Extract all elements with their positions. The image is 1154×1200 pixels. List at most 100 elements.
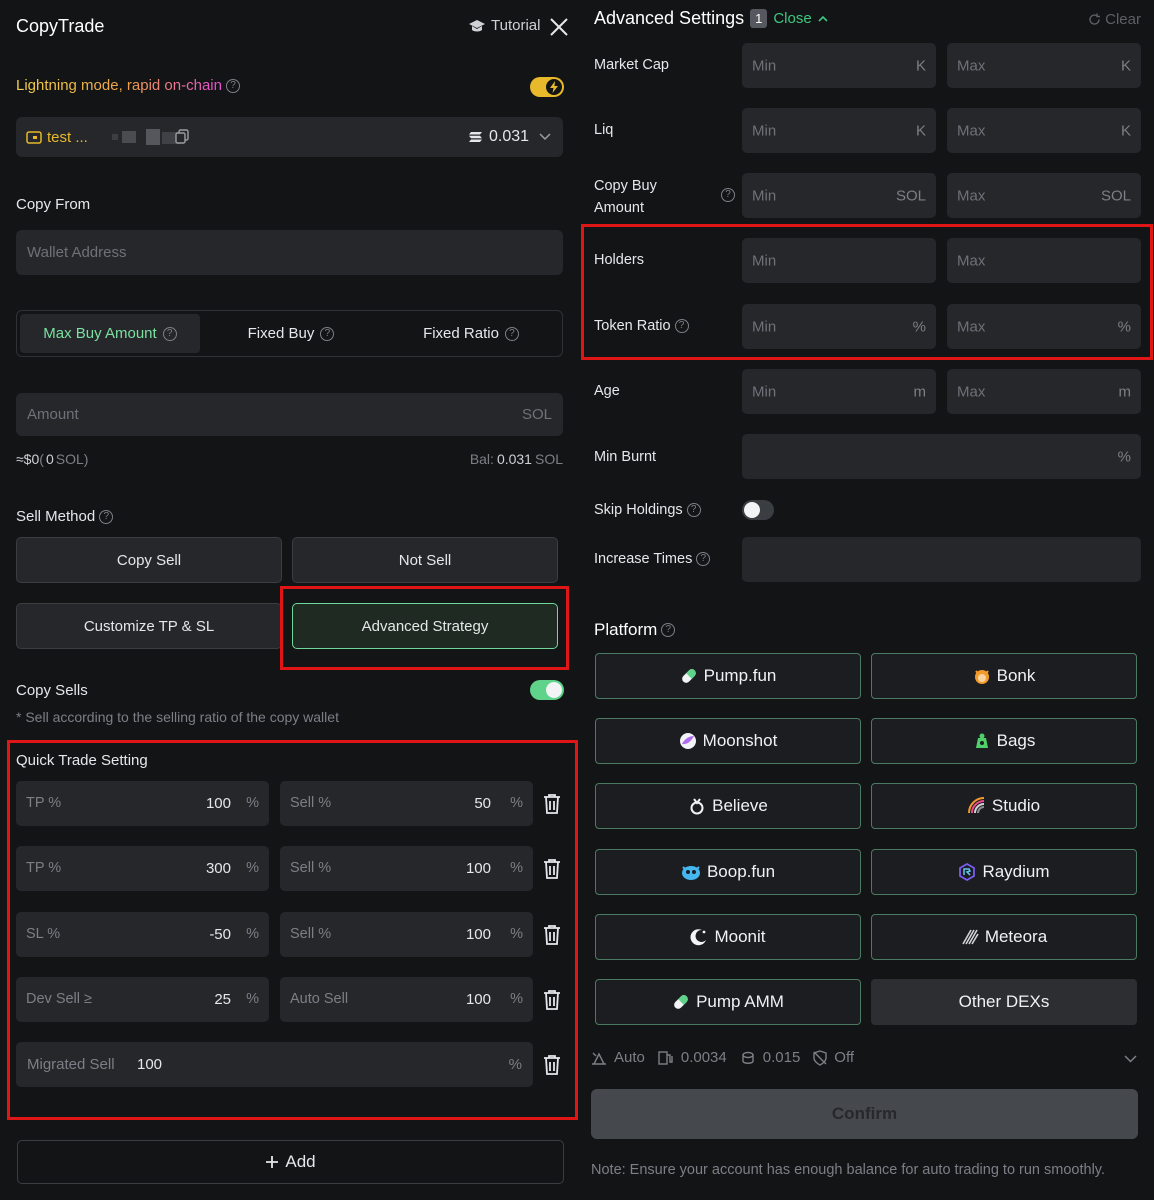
platform-label: Raydium: [982, 862, 1050, 881]
trash-icon[interactable]: [542, 924, 562, 946]
filter-min-input[interactable]: Min m: [742, 369, 936, 414]
close-icon[interactable]: [549, 17, 569, 37]
tutorial-label: Tutorial: [491, 17, 541, 34]
platform-pump-amm-button[interactable]: Pump AMM: [595, 979, 861, 1025]
copy-icon[interactable]: [175, 129, 190, 144]
chevron-down-icon[interactable]: [1124, 1055, 1137, 1063]
customize-tp-sl-button[interactable]: Customize TP & SL: [16, 603, 282, 649]
filter-max-input[interactable]: Max %: [947, 304, 1141, 349]
filter-max-input[interactable]: Max m: [947, 369, 1141, 414]
platform-pumpfun-button[interactable]: Pump.fun: [595, 653, 861, 699]
help-icon[interactable]: ?: [225, 78, 240, 93]
count-badge: 1: [750, 9, 768, 28]
filter-min-input[interactable]: Min: [742, 238, 936, 283]
trash-icon[interactable]: [542, 793, 562, 815]
platform-moonit-button[interactable]: Moonit: [595, 914, 861, 960]
clear-button[interactable]: Clear: [1088, 11, 1141, 28]
increase-times-input[interactable]: [742, 537, 1141, 582]
platform-studio-button[interactable]: Studio: [871, 783, 1137, 829]
wallet-selector[interactable]: test ... 0.031: [16, 117, 563, 157]
min-placeholder: Min: [752, 318, 777, 335]
trade-rule-input[interactable]: TP % 300 %: [16, 846, 269, 891]
bonk-icon: [974, 670, 989, 684]
help-icon[interactable]: ?: [320, 326, 335, 341]
sell-ratio-input[interactable]: Sell % 100 %: [280, 846, 533, 891]
amount-input[interactable]: Amount SOL: [16, 393, 563, 436]
max-placeholder: Max: [957, 252, 986, 269]
help-icon[interactable]: ?: [721, 188, 735, 202]
chevron-up-icon: [818, 15, 828, 22]
rule-value: 25: [214, 991, 231, 1008]
help-icon[interactable]: ?: [674, 319, 689, 333]
tutorial-link[interactable]: Tutorial: [468, 17, 540, 34]
platform-believe-button[interactable]: Believe: [595, 783, 861, 829]
paren: ): [83, 451, 89, 467]
platform-label: Moonshot: [702, 731, 778, 750]
filter-max-input[interactable]: Max SOL: [947, 173, 1141, 218]
tab-max-buy-amount[interactable]: Max Buy Amount?: [20, 314, 200, 353]
advanced-strategy-button[interactable]: Advanced Strategy: [292, 603, 558, 649]
wallet-address-input[interactable]: Wallet Address: [16, 230, 563, 275]
platform-moonshot-button[interactable]: Moonshot: [595, 718, 861, 764]
trash-icon[interactable]: [542, 858, 562, 880]
tab-fixed-ratio[interactable]: Fixed Ratio?: [382, 314, 560, 353]
help-icon[interactable]: ?: [661, 623, 676, 637]
max-unit: m: [1118, 383, 1132, 400]
filter-min-input[interactable]: Min K: [742, 43, 936, 88]
trade-rule-input[interactable]: TP % 100 %: [16, 781, 269, 826]
platform-boopfun-button[interactable]: Boop.fun: [595, 849, 861, 895]
rule-value: 100: [465, 926, 491, 943]
migrated-sell-input[interactable]: Migrated Sell 100 %: [16, 1042, 533, 1087]
platform-other-dexs-button[interactable]: Other DEXs: [871, 979, 1137, 1025]
help-icon[interactable]: ?: [99, 509, 114, 524]
moonshot-icon: [679, 733, 696, 749]
copy-sell-button[interactable]: Copy Sell: [16, 537, 282, 583]
help-icon[interactable]: ?: [504, 326, 519, 341]
tab-fixed-buy[interactable]: Fixed Buy?: [202, 314, 380, 353]
min-burnt-label: Min Burnt: [594, 449, 657, 465]
platform-label: Platform: [594, 620, 658, 639]
min-burnt-input[interactable]: %: [742, 434, 1141, 479]
platform-label: Boop.fun: [706, 862, 776, 881]
platform-label: Bonk: [996, 666, 1036, 685]
filter-max-input[interactable]: Max K: [947, 43, 1141, 88]
sell-ratio-input[interactable]: Sell % 100 %: [280, 912, 533, 957]
filter-min-input[interactable]: Min %: [742, 304, 936, 349]
lightning-mode-row: Lightning mode, rapid on-chain ?: [16, 77, 240, 94]
trade-rule-input[interactable]: SL % -50 %: [16, 912, 269, 957]
filter-min-input[interactable]: Min SOL: [742, 173, 936, 218]
migrated-sell-label: Migrated Sell: [27, 1056, 115, 1073]
rule-value: 100: [465, 991, 491, 1008]
trash-icon[interactable]: [542, 1054, 562, 1076]
filter-max-input[interactable]: Max: [947, 238, 1141, 283]
filter-min-input[interactable]: Min K: [742, 108, 936, 153]
filter-max-input[interactable]: Max K: [947, 108, 1141, 153]
platform-bags-button[interactable]: Bags: [871, 718, 1137, 764]
min-unit: K: [915, 122, 926, 139]
add-button[interactable]: Add: [17, 1140, 564, 1184]
sell-ratio-input[interactable]: Sell % 50 %: [280, 781, 533, 826]
help-icon[interactable]: ?: [696, 552, 711, 566]
sell-ratio-input[interactable]: Auto Sell 100 %: [280, 977, 533, 1022]
platform-bonk-button[interactable]: Bonk: [871, 653, 1137, 699]
min-unit: K: [915, 57, 926, 74]
min-unit: %: [912, 318, 926, 335]
not-sell-button[interactable]: Not Sell: [292, 537, 558, 583]
copy-sells-toggle[interactable]: [530, 680, 564, 700]
filter-label: Age: [594, 383, 620, 399]
help-icon[interactable]: ?: [686, 503, 701, 517]
platform-raydium-button[interactable]: Raydium: [871, 849, 1137, 895]
filter-label: Copy Buy Amount: [594, 175, 657, 219]
confirm-button[interactable]: Confirm: [591, 1089, 1138, 1139]
lightning-mode-toggle[interactable]: [530, 77, 564, 97]
rule-value: 100: [205, 795, 231, 812]
platform-meteora-button[interactable]: Meteora: [871, 914, 1137, 960]
close-advanced-link[interactable]: Close: [773, 10, 811, 27]
quick-trade-label: Quick Trade Setting: [16, 752, 148, 769]
trade-settings-summary[interactable]: Auto 0.0034 0.015 Off: [590, 1049, 854, 1066]
trash-icon[interactable]: [542, 989, 562, 1011]
help-icon[interactable]: ?: [162, 326, 177, 341]
skip-holdings-toggle[interactable]: [742, 500, 774, 520]
shield-off-icon: [813, 1049, 827, 1066]
trade-rule-input[interactable]: Dev Sell ≥ 25 %: [16, 977, 269, 1022]
